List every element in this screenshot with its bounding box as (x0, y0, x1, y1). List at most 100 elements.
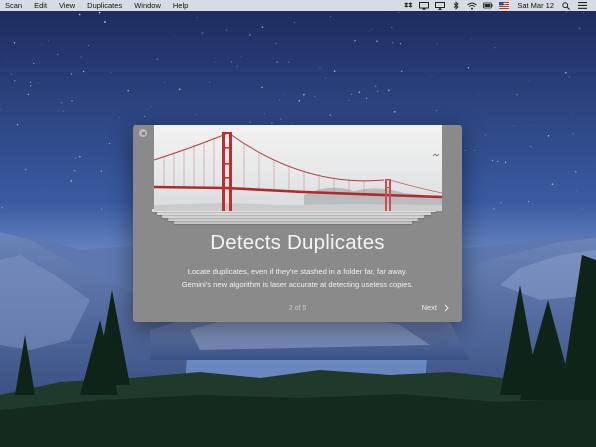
star (60, 101, 63, 104)
star (195, 113, 196, 115)
star (314, 95, 316, 97)
menu-window[interactable]: Window (128, 0, 167, 11)
star (71, 99, 73, 102)
star (391, 42, 394, 44)
star (319, 67, 321, 69)
us-flag-icon[interactable] (499, 1, 510, 10)
star (293, 21, 295, 23)
star (63, 110, 65, 112)
menu-scan[interactable]: Scan (0, 0, 28, 11)
star (400, 70, 403, 72)
star (79, 156, 81, 158)
star (572, 133, 574, 135)
star (419, 14, 421, 16)
star (10, 73, 13, 75)
star (376, 40, 378, 43)
star (388, 89, 390, 92)
star (80, 56, 82, 58)
star (276, 61, 278, 64)
star (568, 76, 570, 78)
star (82, 70, 85, 73)
menu-help[interactable]: Help (167, 0, 194, 11)
star (474, 150, 475, 151)
star (275, 42, 277, 44)
star (100, 170, 102, 172)
star (528, 201, 530, 203)
star (73, 169, 76, 172)
menu-clock[interactable]: Sat Mar 12 (517, 1, 554, 10)
star (70, 180, 72, 182)
star (528, 80, 530, 82)
menu-duplicates[interactable]: Duplicates (81, 0, 128, 11)
close-button[interactable] (139, 129, 147, 137)
star (298, 99, 301, 102)
screen-icon[interactable] (419, 1, 430, 10)
star (288, 61, 290, 63)
star (249, 121, 251, 123)
star (178, 88, 181, 91)
star (513, 125, 515, 127)
star (24, 168, 27, 171)
star (399, 42, 402, 45)
star (101, 208, 103, 210)
star (398, 12, 400, 14)
onboarding-title: Detects Duplicates (210, 231, 385, 254)
star (164, 82, 166, 83)
star (201, 32, 204, 34)
star (45, 187, 47, 189)
next-button[interactable]: Next (422, 303, 449, 312)
star (263, 112, 265, 114)
star (583, 12, 584, 14)
page-indicator: 2 of 5 (288, 305, 307, 312)
wifi-icon[interactable] (467, 1, 478, 10)
star (436, 109, 437, 111)
photo-stack (149, 125, 446, 228)
search-icon[interactable] (561, 1, 571, 10)
star (330, 16, 331, 18)
menu-bar: Scan Edit View Duplicates Window Help Sa… (0, 0, 596, 11)
star (393, 110, 396, 113)
star (530, 145, 532, 147)
star (363, 88, 365, 90)
star (271, 121, 273, 124)
star (174, 36, 175, 38)
star (100, 19, 101, 20)
star (504, 161, 507, 163)
star (493, 208, 495, 210)
star (532, 125, 534, 127)
star (110, 72, 112, 74)
star (66, 77, 68, 78)
description-line: Locate duplicates, even if they're stash… (187, 267, 408, 276)
star (263, 121, 265, 123)
star (127, 89, 129, 92)
list-icon[interactable] (577, 1, 587, 10)
star (516, 94, 518, 96)
star (1, 207, 3, 209)
chevron-right-icon (444, 304, 449, 311)
star (547, 135, 550, 137)
star (261, 26, 264, 28)
star (29, 81, 31, 83)
menu-edit[interactable]: Edit (28, 0, 53, 11)
bluetooth-icon[interactable] (451, 1, 461, 10)
star (371, 28, 373, 30)
dropbox-icon[interactable] (403, 1, 413, 10)
star (464, 150, 466, 152)
close-icon (141, 131, 145, 135)
star (284, 94, 286, 96)
star (500, 202, 502, 204)
star (325, 77, 327, 79)
star (230, 61, 232, 63)
star (209, 81, 210, 83)
star (104, 21, 106, 23)
star (196, 17, 198, 18)
star (470, 38, 472, 40)
menu-view[interactable]: View (53, 0, 81, 11)
airplay-icon[interactable] (435, 1, 446, 10)
star (431, 75, 433, 77)
photo-stack-sheet (157, 212, 431, 215)
star (70, 73, 73, 75)
battery-icon[interactable] (483, 1, 493, 10)
next-label: Next (421, 303, 437, 312)
star (574, 170, 577, 173)
